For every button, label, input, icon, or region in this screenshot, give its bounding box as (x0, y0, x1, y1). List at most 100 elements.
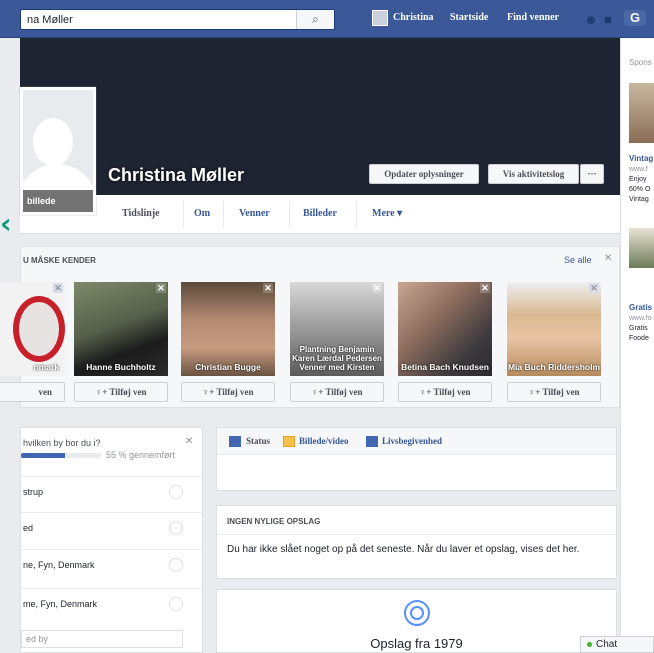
add-friend-label: Tilføj ven (109, 387, 147, 397)
add-friend-label: Tilføj ven (216, 387, 254, 397)
globe-icon[interactable]: G (624, 10, 646, 26)
composer-tab-life-event[interactable]: Livsbegivenhed (382, 436, 442, 446)
city-option-label: ed (23, 523, 34, 533)
add-friend-label: Tilføj ven (542, 387, 580, 397)
question-title: hvilken by bor du i? (23, 438, 101, 448)
arrow-left-icon: ‹ (0, 207, 12, 240)
pymk-photo[interactable]: nmark ✕ (0, 282, 65, 376)
chat-button[interactable]: Chat (580, 636, 654, 653)
add-friend-label: Tilføj ven (325, 387, 363, 397)
profile-picture[interactable]: billede (20, 87, 96, 215)
nav-user-avatar[interactable] (372, 10, 388, 26)
radio-button[interactable] (169, 485, 183, 499)
search-icon: ⌕ (312, 12, 319, 26)
ad-url-1: www.f (629, 166, 648, 173)
ad-image-1[interactable] (629, 83, 654, 143)
no-recent-posts: INGEN NYLIGE OPSLAG Du har ikke slået no… (216, 505, 617, 579)
dismiss-icon[interactable]: ✕ (156, 283, 166, 293)
pymk-name[interactable]: Mia Buch Riddersholm (507, 362, 601, 372)
year-posts-section: Opslag fra 1979 (216, 589, 617, 653)
dismiss-icon[interactable]: ✕ (589, 283, 599, 293)
add-friend-button[interactable]: ♀+ Tilføj ven (290, 382, 384, 402)
no-posts-title: INGEN NYLIGE OPSLAG (227, 517, 321, 526)
tab-about[interactable]: Om (194, 208, 210, 219)
tab-photos[interactable]: Billeder (303, 208, 337, 219)
no-posts-text: Du har ikke slået noget op på det senest… (227, 544, 580, 555)
year-posts-label[interactable]: Opslag fra 1979 (217, 636, 616, 651)
add-friend-button[interactable]: ven (0, 382, 65, 402)
pymk-photo[interactable]: Plantning Benjamin Karen Lærdal Pedersen… (290, 282, 384, 376)
activity-log-button[interactable]: Vis aktivitetslog (488, 164, 579, 184)
pymk-photo[interactable]: Betina Bach Knudsen ✕ (398, 282, 492, 376)
add-friend-button[interactable]: ♀+ Tilføj ven (181, 382, 275, 402)
chat-label: Chat (596, 639, 618, 650)
progress-text: 55 % gennemført (106, 450, 176, 460)
dismiss-icon[interactable]: ✕ (480, 283, 490, 293)
add-friend-icon: ♀+ (419, 387, 434, 397)
dismiss-icon[interactable]: ✕ (372, 283, 382, 293)
other-city-input[interactable]: ed by (21, 630, 183, 648)
profile-name[interactable]: Christina Møller (108, 165, 244, 186)
radio-button[interactable] (169, 558, 183, 572)
top-bar: na Møller ⌕ Christina Startside Find ven… (0, 0, 654, 38)
city-option-label: me, Fyn, Denmark (23, 599, 98, 609)
radio-button[interactable] (169, 521, 183, 535)
ad-line-1a: Enjoy (629, 176, 647, 183)
question-close-icon[interactable]: ✕ (185, 436, 193, 447)
friend-requests-icon[interactable]: ☻ (584, 12, 598, 27)
tab-divider (356, 201, 357, 229)
nav-find-friends-link[interactable]: Find venner (507, 12, 559, 23)
city-option-label: strup (23, 487, 44, 497)
city-option[interactable]: ed (21, 512, 202, 544)
ad-image-2[interactable] (629, 228, 654, 268)
radio-button[interactable] (169, 597, 183, 611)
nav-profile-link[interactable]: Christina (393, 12, 434, 23)
pymk-name[interactable]: Betina Bach Knudsen (398, 362, 492, 372)
pymk-name[interactable]: Hanne Buchholtz (74, 362, 168, 372)
pymk-photo[interactable]: Mia Buch Riddersholm ✕ (507, 282, 601, 376)
photo-icon (283, 436, 295, 447)
city-option[interactable]: ne, Fyn, Denmark (21, 549, 202, 581)
divider (217, 534, 616, 535)
update-picture-label[interactable]: billede (23, 190, 93, 212)
more-options-button[interactable]: ··· (580, 164, 604, 184)
add-friend-button[interactable]: ♀+ Tilføj ven (507, 382, 601, 402)
clock-icon (404, 600, 430, 626)
logo-circle-icon (13, 296, 65, 362)
city-option[interactable]: strup (21, 476, 202, 508)
dismiss-icon[interactable]: ✕ (263, 283, 273, 293)
tab-timeline[interactable]: Tidslinje (122, 208, 160, 219)
add-friend-label: Tilføj ven (433, 387, 471, 397)
nav-home-link[interactable]: Startside (450, 12, 488, 23)
add-friend-button[interactable]: ♀+ Tilføj ven (398, 382, 492, 402)
city-option[interactable]: me, Fyn, Denmark (21, 588, 202, 620)
tab-more[interactable]: Mere ▾ (372, 208, 402, 219)
ads-sidebar: Spons Vintag www.f Enjoy 60% O Vintag Gr… (620, 38, 654, 653)
add-friend-button[interactable]: ♀+ Tilføj ven (74, 382, 168, 402)
profile-tab-bar: Tidslinje Om Venner Billeder Mere ▾ (20, 195, 620, 234)
pymk-close-icon[interactable]: ✕ (604, 253, 612, 264)
pymk-name[interactable]: Plantning Benjamin Karen Lærdal Pedersen… (290, 345, 384, 372)
ad-title-1[interactable]: Vintag (629, 154, 653, 163)
tab-friends[interactable]: Venner (239, 208, 270, 219)
composer-tab-status[interactable]: Status (246, 436, 270, 446)
add-friend-icon: ♀+ (202, 387, 217, 397)
messages-icon[interactable]: ■ (604, 12, 612, 27)
dismiss-icon[interactable]: ✕ (53, 283, 63, 293)
update-info-button[interactable]: Opdater oplysninger (369, 164, 479, 184)
pymk-photo[interactable]: Christian Bugge ✕ (181, 282, 275, 376)
pymk-name[interactable]: Christian Bugge (181, 362, 275, 372)
composer-tab-photo-video[interactable]: Billede/video (299, 436, 349, 446)
sponsored-label: Spons (629, 58, 652, 67)
ad-line-2b: Foode (629, 335, 649, 342)
search-input[interactable]: na Møller ⌕ (20, 9, 335, 30)
pymk-photo[interactable]: Hanne Buchholtz ✕ (74, 282, 168, 376)
see-all-link[interactable]: Se alle (564, 255, 592, 265)
search-button[interactable]: ⌕ (296, 10, 334, 29)
ad-line-2a: Gratis (629, 325, 648, 332)
pymk-name[interactable]: nmark (0, 362, 65, 372)
ad-line-1b: 60% O (629, 186, 651, 193)
search-input-value: na Møller (27, 14, 73, 26)
default-avatar-icon (33, 118, 73, 166)
ad-title-2[interactable]: Gratis (629, 303, 652, 312)
